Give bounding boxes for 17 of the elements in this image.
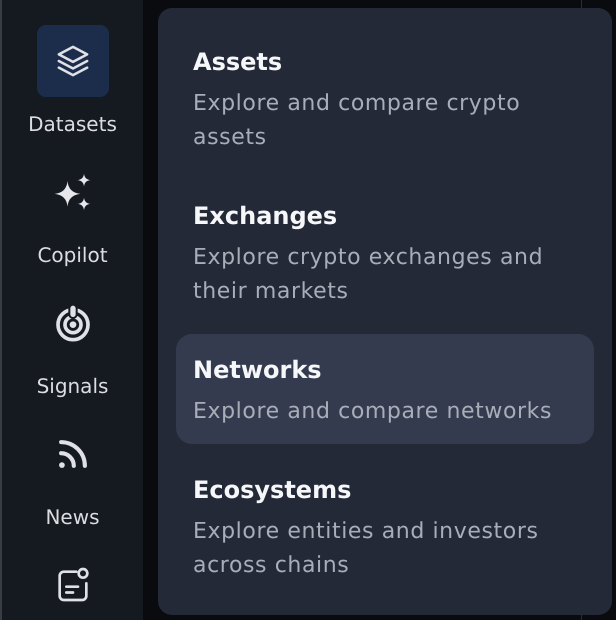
menu-item-title: Assets	[193, 47, 284, 78]
menu-item-title: Networks	[193, 355, 323, 386]
menu-item[interactable]: Exchanges Explore crypto exchanges and their markets	[176, 180, 594, 324]
menu-item[interactable]: Assets Explore and compare crypto assets	[176, 26, 594, 170]
menu-item[interactable]: Ecosystems Explore entities and investors across chains	[176, 454, 594, 598]
menu-item-description: Explore entities and investors across chains	[193, 518, 540, 580]
sidebar-item[interactable]: Signals	[36, 287, 108, 400]
layers-icon	[36, 25, 108, 97]
menu-item-description: Explore crypto exchanges and their markets	[193, 244, 544, 306]
menu-item-description: Explore and compare crypto assets	[193, 90, 522, 152]
menu-item-title: Ecosystems	[193, 475, 352, 506]
menu-item[interactable]: Networks Explore and compare networks	[176, 334, 594, 444]
sidebar-item[interactable]: News	[36, 418, 108, 531]
sidebar-item[interactable]: Copilot	[36, 156, 108, 269]
sidebar-item[interactable]: Datasets	[28, 25, 117, 138]
menu-item-title: Exchanges	[193, 201, 338, 232]
menu-item-description: Explore and compare networks	[193, 398, 554, 426]
